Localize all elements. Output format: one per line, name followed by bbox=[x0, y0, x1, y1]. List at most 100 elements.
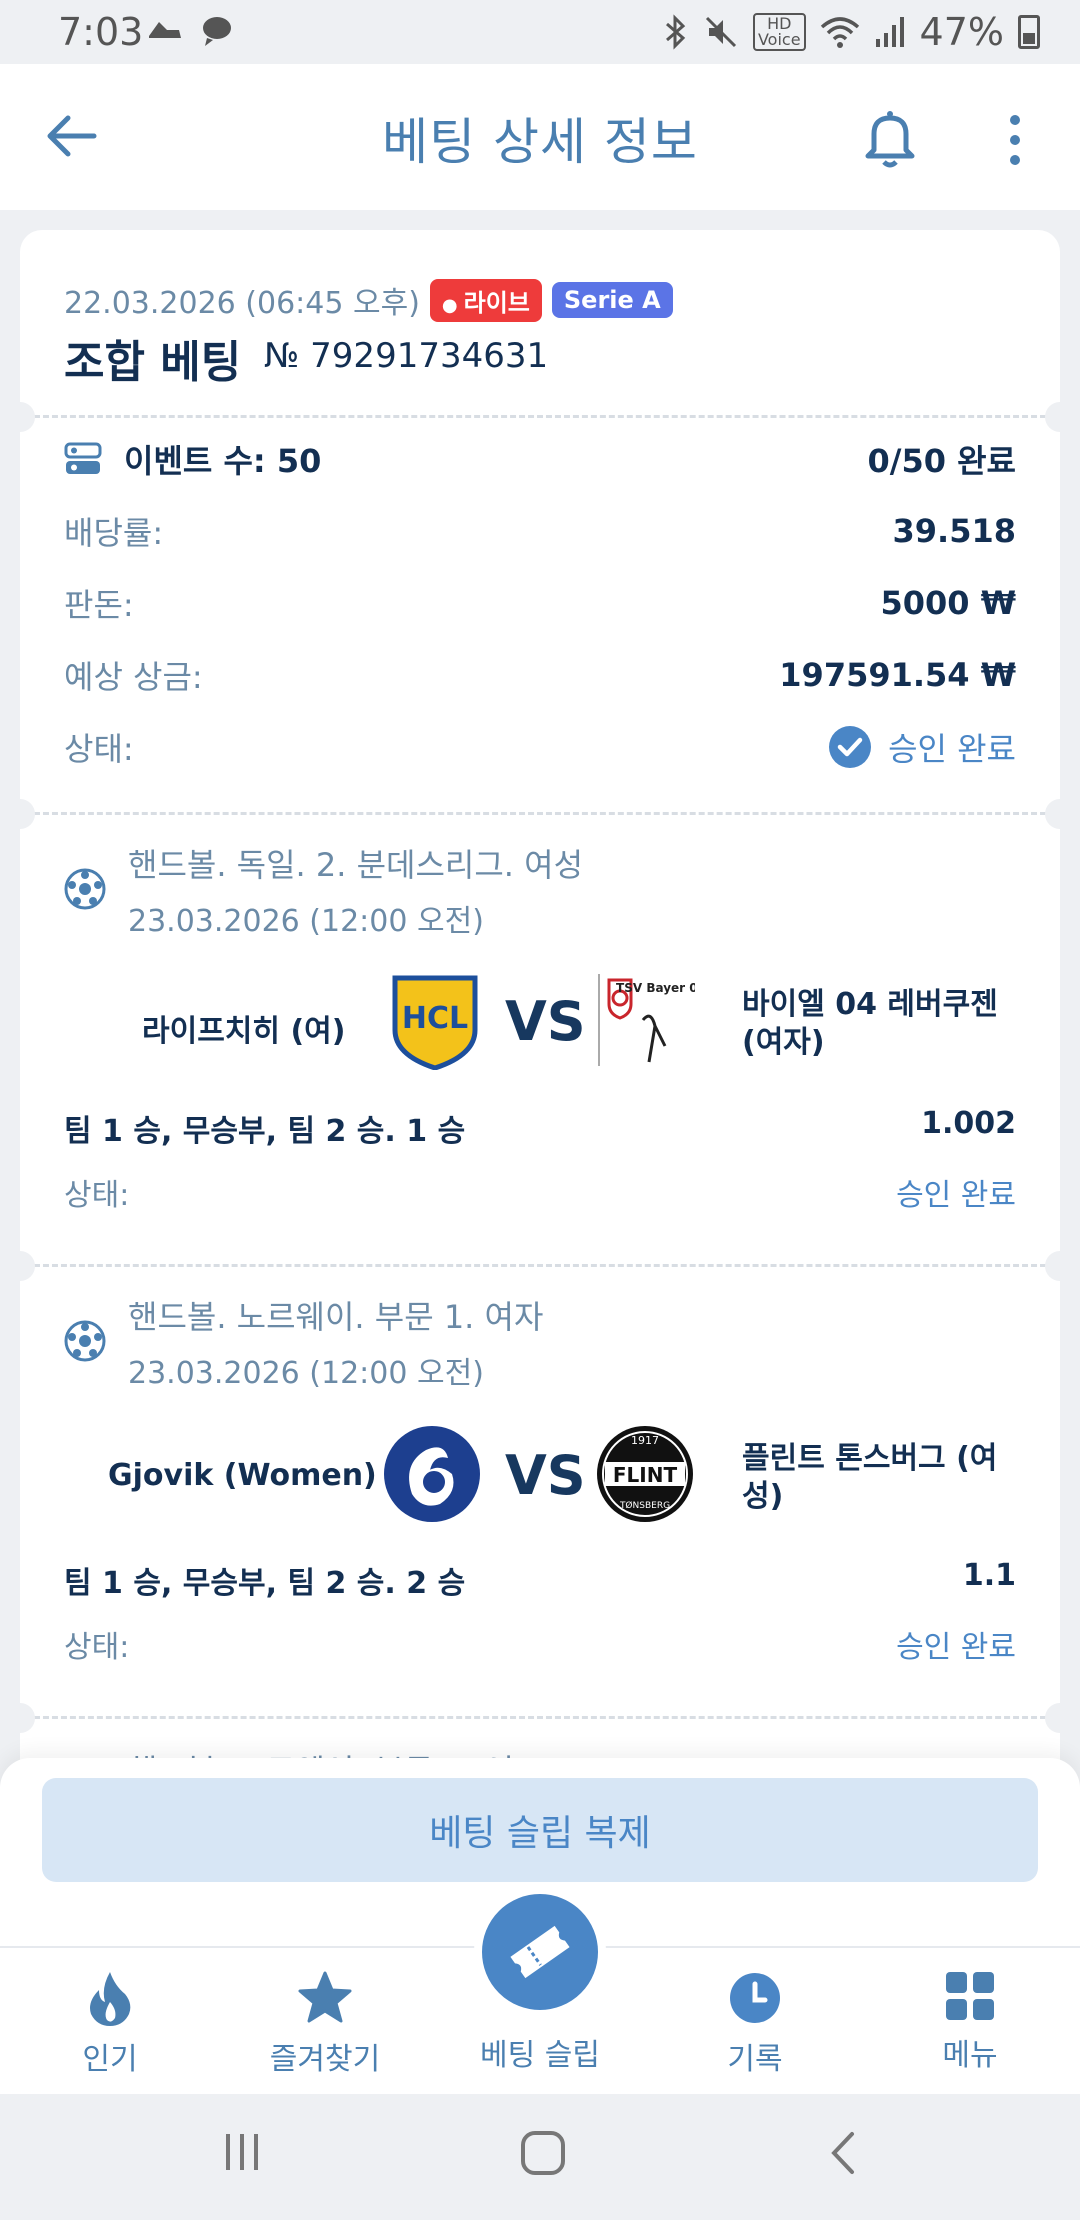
ticket-notch bbox=[20, 402, 35, 432]
nav-label: 인기 bbox=[82, 2042, 138, 2077]
bet-detail-card: 22.03.2026 (06:45 오후) 라이브 Serie A 조합 베팅 … bbox=[20, 230, 1060, 1790]
odds-label: 배당률: bbox=[64, 514, 164, 552]
event-league: 핸드볼. 노르웨이. 부문 1. 여자 bbox=[128, 1298, 544, 1336]
clock-icon bbox=[730, 1973, 780, 2023]
payout-label: 예상 상금: bbox=[64, 658, 203, 696]
event-odds: 1.1 bbox=[962, 1558, 1016, 1593]
event-odds: 1.002 bbox=[921, 1106, 1016, 1141]
more-options-icon[interactable] bbox=[1000, 110, 1030, 170]
ticket-notch bbox=[1045, 799, 1060, 829]
team1-name: Gjovik (Women) bbox=[108, 1458, 377, 1493]
nav-label: 기록 bbox=[727, 2042, 783, 2077]
events-list-icon bbox=[64, 442, 102, 474]
mute-icon bbox=[705, 16, 737, 48]
ticket-notch bbox=[20, 1251, 35, 1281]
hd-voice-indicator: HD Voice bbox=[752, 13, 806, 51]
event-league: 핸드볼. 독일. 2. 분데스리그. 여성 bbox=[128, 846, 584, 884]
vs-label: VS bbox=[505, 990, 586, 1053]
ticket-icon bbox=[510, 1925, 570, 1979]
status-time: 7:03 bbox=[58, 10, 144, 54]
betslip-fab-button[interactable] bbox=[474, 1886, 606, 2018]
bet-header-line: 22.03.2026 (06:45 오후) 라이브 Serie A bbox=[64, 278, 673, 322]
flame-icon bbox=[90, 1972, 131, 2026]
wifi-icon bbox=[820, 17, 859, 48]
event-date: 23.03.2026 (12:00 오전) bbox=[128, 1356, 484, 1391]
signal-icon bbox=[875, 17, 904, 47]
divider bbox=[34, 812, 1046, 815]
handball-icon bbox=[64, 868, 106, 910]
live-badge: 라이브 bbox=[429, 278, 542, 322]
shoe-notification-icon bbox=[149, 22, 181, 38]
app-header: 베팅 상세 정보 bbox=[0, 64, 1080, 210]
ticket-notch bbox=[20, 1703, 35, 1733]
team1-logo bbox=[384, 1426, 480, 1522]
nav-item-favorites[interactable]: 즐겨찾기 bbox=[225, 1970, 425, 2078]
system-back-icon[interactable] bbox=[828, 2130, 858, 2176]
ticket-notch bbox=[20, 799, 35, 829]
event-outcome: 팀 1 승, 무승부, 팀 2 승. 2 승 bbox=[64, 1566, 466, 1601]
league-badge: Serie A bbox=[551, 282, 673, 318]
payout-value: 197591.54 ₩ bbox=[779, 656, 1016, 694]
svg-text:TSV Bayer 04: TSV Bayer 04 bbox=[616, 981, 695, 995]
divider bbox=[34, 1716, 1046, 1719]
odds-row: 배당률: 39.518 bbox=[64, 508, 1016, 554]
battery-percent: 47% bbox=[919, 10, 1004, 54]
recent-apps-icon[interactable] bbox=[220, 2130, 264, 2174]
ticket-notch bbox=[1045, 1703, 1060, 1733]
events-count: 이벤트 수: 50 bbox=[64, 436, 321, 482]
copy-betslip-button[interactable]: 베팅 슬립 복제 bbox=[42, 1778, 1038, 1882]
svg-text:HCL: HCL bbox=[402, 1001, 468, 1036]
status-right: HD Voice 47% bbox=[663, 10, 1040, 54]
grid-menu-icon bbox=[946, 1972, 994, 2020]
vs-label: VS bbox=[505, 1444, 586, 1507]
team1-name: 라이프치히 (여) bbox=[142, 1014, 346, 1049]
stake-value: 5000 ₩ bbox=[880, 584, 1017, 622]
divider bbox=[34, 1264, 1046, 1267]
system-nav-bar bbox=[0, 2094, 1080, 2220]
team2-name: 플린트 톤스버그 (여성) bbox=[742, 1441, 998, 1514]
event-status-label: 상태: bbox=[64, 1178, 130, 1213]
stake-row: 판돈: 5000 ₩ bbox=[64, 580, 1016, 626]
home-icon[interactable] bbox=[520, 2130, 566, 2176]
event-outcome-row: 팀 1 승, 무승부, 팀 2 승. 1 승 1.002 bbox=[64, 1106, 1016, 1150]
bet-type: 조합 베팅 bbox=[64, 337, 242, 388]
events-progress: 0/50 완료 bbox=[867, 442, 1016, 480]
team1-logo: HCL bbox=[392, 975, 478, 1070]
bell-icon[interactable] bbox=[860, 106, 920, 170]
nav-label: 메뉴 bbox=[942, 2038, 998, 2073]
event-teams: 라이프치히 (여) HCL VS TSV Bayer 04 바이엘 04 레버쿠… bbox=[20, 970, 1060, 1080]
event-outcome-row: 팀 1 승, 무승부, 팀 2 승. 2 승 1.1 bbox=[64, 1558, 1016, 1602]
nav-item-menu[interactable]: 메뉴 bbox=[870, 1970, 1070, 2074]
svg-text:1917: 1917 bbox=[631, 1434, 659, 1447]
event-status-row: 상태: 승인 완료 bbox=[64, 1622, 1016, 1666]
odds-value: 39.518 bbox=[892, 512, 1016, 550]
event-outcome: 팀 1 승, 무승부, 팀 2 승. 1 승 bbox=[64, 1114, 466, 1149]
status-label: 상태: bbox=[64, 730, 134, 768]
event-date: 23.03.2026 (12:00 오전) bbox=[128, 904, 484, 939]
event-header: 핸드볼. 노르웨이. 부문 1. 여자 23.03.2026 (12:00 오전… bbox=[64, 1292, 543, 1392]
check-circle-icon bbox=[829, 726, 872, 768]
nav-item-popular[interactable]: 인기 bbox=[10, 1970, 210, 2078]
svg-text:FLINT: FLINT bbox=[613, 1463, 678, 1487]
leaf-notification-icon bbox=[203, 17, 231, 46]
battery-icon bbox=[1018, 15, 1040, 49]
nav-label-betslip[interactable]: 베팅 슬립 bbox=[440, 2030, 640, 2074]
team2-logo: TSV Bayer 04 bbox=[598, 974, 695, 1066]
status-bar: 7:03 HD Voice 47% bbox=[0, 0, 1080, 64]
events-count-row: 이벤트 수: 50 0/50 완료 bbox=[64, 436, 1016, 482]
notification-icons bbox=[145, 12, 235, 48]
payout-row: 예상 상금: 197591.54 ₩ bbox=[64, 652, 1016, 698]
divider bbox=[34, 415, 1046, 418]
status-row: 상태: 승인 완료 bbox=[64, 724, 1016, 770]
nav-label: 즐겨찾기 bbox=[269, 2042, 381, 2077]
bet-status: 승인 완료 bbox=[828, 724, 1016, 770]
team2-name: 바이엘 04 레버쿠젠 (여자) bbox=[742, 987, 998, 1060]
bluetooth-icon bbox=[665, 14, 686, 50]
event-status-value: 승인 완료 bbox=[896, 1178, 1016, 1213]
event-status-row: 상태: 승인 완료 bbox=[64, 1170, 1016, 1214]
bet-date: 22.03.2026 (06:45 오후) bbox=[64, 286, 420, 321]
event-teams: Gjovik (Women) VS 1917 FLINT TØNSBERG 플린트 … bbox=[20, 1424, 1060, 1534]
stake-label: 판돈: bbox=[64, 586, 134, 624]
bet-number: № 79291734631 bbox=[264, 336, 549, 376]
nav-item-history[interactable]: 기록 bbox=[655, 1970, 855, 2078]
